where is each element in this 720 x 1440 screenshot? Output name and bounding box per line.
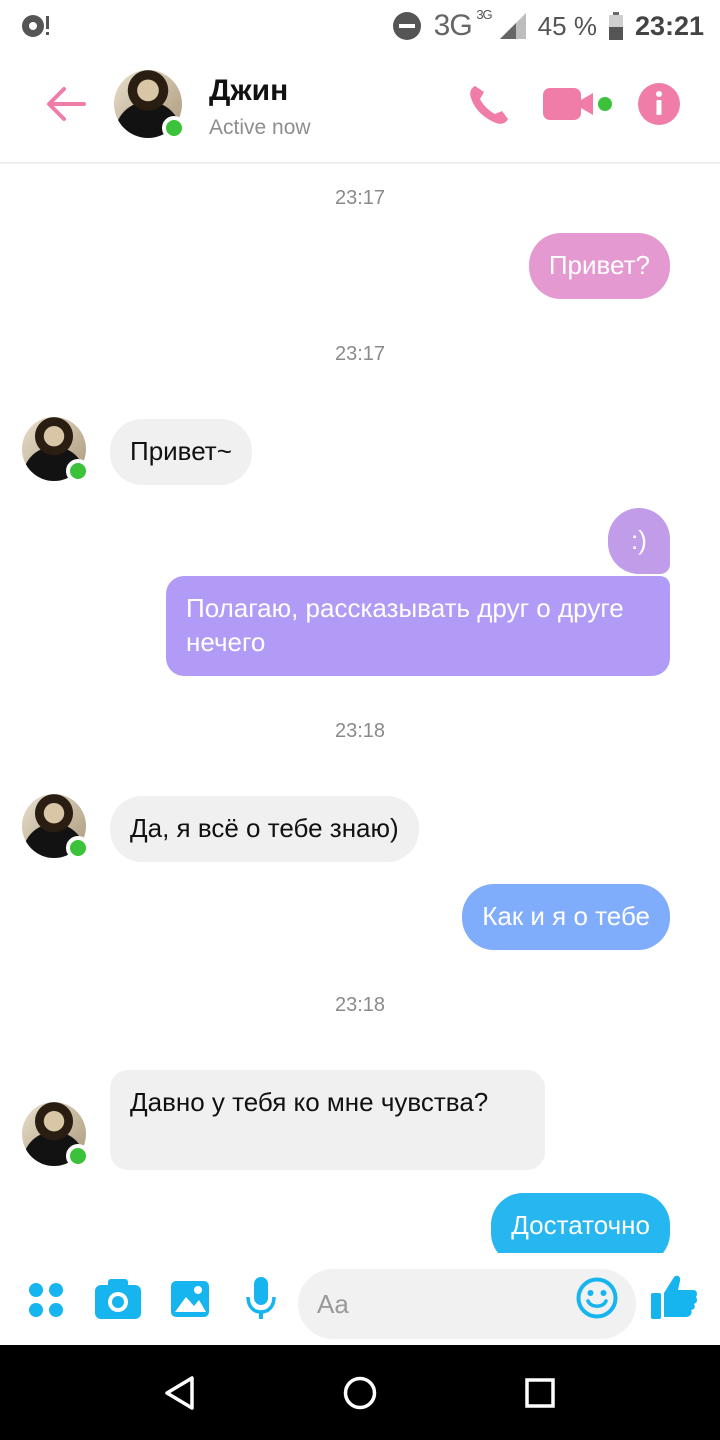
image-icon[interactable] [170, 1275, 210, 1321]
online-indicator [66, 459, 90, 483]
network-type: 3G 3G [433, 7, 493, 42]
message-timestamp: 23:17 [334, 343, 386, 365]
clock: 23:21 [634, 10, 704, 41]
network-type-small: 3G [476, 7, 492, 22]
chat-header: Джин Active now [0, 50, 720, 164]
battery-percent: 45 % [537, 10, 597, 41]
contact-avatar[interactable] [22, 417, 90, 483]
arrow-left-icon[interactable] [44, 82, 88, 126]
dnd-icon [392, 12, 421, 40]
smiley-icon[interactable] [576, 1277, 618, 1319]
notification-icon [22, 15, 49, 37]
microphone-icon[interactable] [244, 1275, 278, 1321]
online-indicator [162, 116, 186, 140]
incoming-message[interactable]: Привет~ [110, 419, 252, 485]
phone-icon[interactable] [466, 82, 512, 126]
outgoing-message[interactable]: Привет? [528, 233, 670, 299]
nav-back-icon[interactable] [162, 1375, 198, 1411]
nav-home-icon[interactable] [342, 1375, 378, 1411]
grid-dots-icon[interactable] [28, 1275, 64, 1321]
message-timestamp: 23:17 [334, 187, 386, 209]
contact-name[interactable]: Джин [209, 74, 288, 108]
incoming-message[interactable]: Давно у тебя ко мне чувства? [110, 1070, 545, 1170]
message-input-placeholder: Aa [317, 1289, 349, 1319]
camera-icon[interactable] [94, 1275, 142, 1321]
status-bar: 3G 3G 45 % 23:21 [0, 0, 720, 50]
info-icon[interactable] [637, 82, 681, 126]
outgoing-message[interactable]: Как и я о тебе [462, 884, 670, 950]
message-list: 23:17 Привет? 23:17 Привет~ :) Полагаю, … [0, 165, 720, 1253]
message-timestamp: 23:18 [334, 720, 386, 742]
incoming-message[interactable]: Да, я всё о тебе знаю) [110, 796, 419, 862]
nav-recents-icon[interactable] [522, 1375, 558, 1411]
message-timestamp: 23:18 [334, 994, 386, 1016]
contact-avatar[interactable] [114, 70, 186, 140]
contact-status: Active now [209, 116, 311, 139]
online-indicator [66, 1144, 90, 1168]
contact-avatar[interactable] [22, 1102, 90, 1168]
contact-avatar[interactable] [22, 794, 90, 860]
outgoing-message[interactable]: Полагаю, рассказывать друг о друге нечег… [166, 576, 670, 676]
outgoing-message[interactable]: Достаточно [491, 1193, 670, 1253]
system-navigation-bar [0, 1345, 720, 1440]
video-camera-icon[interactable] [543, 86, 613, 122]
thumbs-up-icon[interactable] [650, 1273, 698, 1321]
outgoing-message[interactable]: :) [608, 508, 670, 574]
signal-icon [499, 13, 526, 39]
composer-bar: Aa [0, 1253, 720, 1345]
battery-icon [608, 12, 623, 40]
online-indicator [66, 836, 90, 860]
